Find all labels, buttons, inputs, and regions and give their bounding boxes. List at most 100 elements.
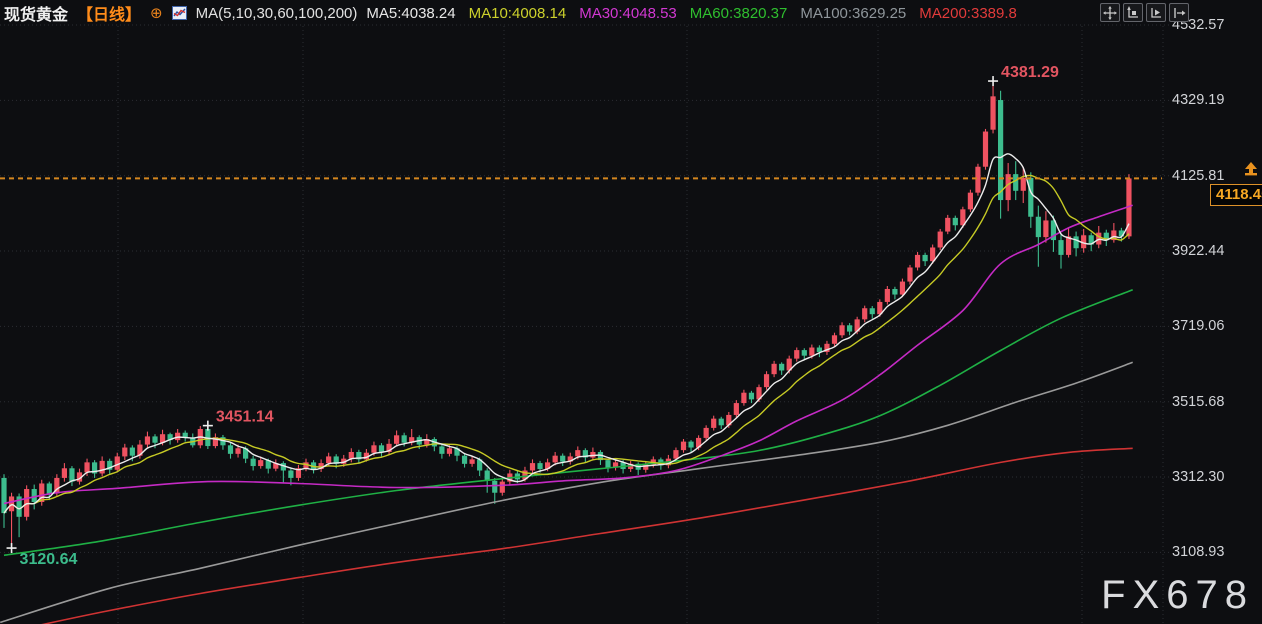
candle-body [349,452,354,459]
candle-body [870,308,875,314]
trading-chart-window: 3120.643451.144381.29 现货黄金 【日线】 ⊕ MA(5,1… [0,0,1262,624]
candle-body [492,481,497,493]
candle-body [462,456,467,464]
compress-axis-right-icon [1148,6,1164,20]
candle-body [839,325,844,335]
candle-body [394,435,399,444]
compress-axis-left-button[interactable] [1123,3,1143,22]
ma-line-ma100 [0,362,1133,622]
candle-body [1058,240,1063,255]
candle-body [9,496,14,511]
candle-body [862,308,867,319]
move-tool-button[interactable] [1100,3,1120,22]
ma-legend-ma30: MA30:4048.53 [579,5,677,22]
chart-header: 现货黄金 【日线】 ⊕ MA(5,10,30,60,100,200) MA5:4… [4,2,1017,24]
candle-body [1043,220,1048,237]
candle-body [530,463,535,470]
candle-body [1096,233,1101,245]
candle-body [258,460,263,466]
candle-body [402,435,407,442]
candle-body [62,468,67,478]
candle-body [553,456,558,463]
ma-legend: MA5:4038.24MA10:4008.14MA30:4048.53MA60:… [366,5,1016,22]
candle-body [688,442,693,448]
candle-body [32,489,37,502]
candle-body [371,445,376,452]
candle-body [575,450,580,456]
ma-legend-ma60: MA60:3820.37 [690,5,788,22]
compress-axis-left-icon [1125,6,1141,20]
last-price-tag: 4118.45 [1210,184,1262,206]
candle-body [605,460,610,467]
candle-body [1028,178,1033,217]
price-axis-label: 3922.44 [1172,243,1260,259]
ma-group-label: MA(5,10,30,60,100,200) [196,5,358,22]
candle-body [673,450,678,459]
candle-body [990,96,995,129]
ma-legend-ma100: MA100:3629.25 [800,5,906,22]
candle-body [809,348,814,356]
candle-body [439,446,444,453]
timeframe-label[interactable]: 【日线】 [77,1,141,25]
candle-body [975,167,980,193]
candle-body [115,456,120,469]
candle-body [1074,236,1079,248]
candle-body [802,350,807,356]
candle-body [847,325,852,331]
price-axis-label: 3108.93 [1172,544,1260,560]
candle-body [953,218,958,225]
candle-body [719,419,724,426]
candle-body [741,393,746,403]
candle-body [1,478,6,513]
pan-right-icon [1171,6,1187,20]
candle-body [1013,174,1018,191]
candle-body [122,448,127,457]
candle-body [47,483,52,493]
ma-legend-ma10: MA10:4008.14 [469,5,567,22]
candle-body [711,419,716,428]
candle-body [228,445,233,454]
compare-add-icon[interactable]: ⊕ [150,6,163,21]
candle-body [235,448,240,454]
candle-body [1066,236,1071,255]
price-annotation: 3451.14 [216,409,274,426]
candle-body [152,436,157,442]
ma-line-ma200 [27,448,1133,624]
candle-body [130,448,135,456]
candle-body [794,350,799,359]
ma-legend-ma200: MA200:3389.8 [919,5,1017,22]
pan-right-button[interactable] [1169,3,1189,22]
ma-line-ma5 [4,154,1129,513]
compress-axis-right-button[interactable] [1146,3,1166,22]
candle-body [923,255,928,261]
candle-body [734,403,739,415]
candle-body [945,218,950,232]
candle-body [938,232,943,248]
candle-body [100,461,105,474]
candle-body [447,448,452,454]
candle-body [772,364,777,374]
candle-body [764,374,769,387]
candle-body [537,463,542,469]
candle-body [900,282,905,295]
candle-body [968,193,973,210]
candle-body [175,433,180,440]
candle-body [704,428,709,438]
candle-body [69,468,74,481]
candle-body [84,462,89,472]
candle-body [251,459,256,466]
candle-body [145,436,150,444]
candlestick-chart-canvas[interactable]: 3120.643451.144381.29 [0,0,1262,624]
price-axis-label: 3515.68 [1172,394,1260,410]
ma-line-ma60 [4,290,1133,556]
candle-body [892,289,897,295]
candle-body [560,456,565,462]
watermark: FX678 [1101,573,1254,618]
candle-body [832,335,837,344]
candle-body [907,267,912,281]
candle-body [983,132,988,167]
chart-type-icon[interactable] [172,6,187,20]
candle-body [470,459,475,463]
candle-body [288,471,293,478]
candle-body [749,393,754,400]
